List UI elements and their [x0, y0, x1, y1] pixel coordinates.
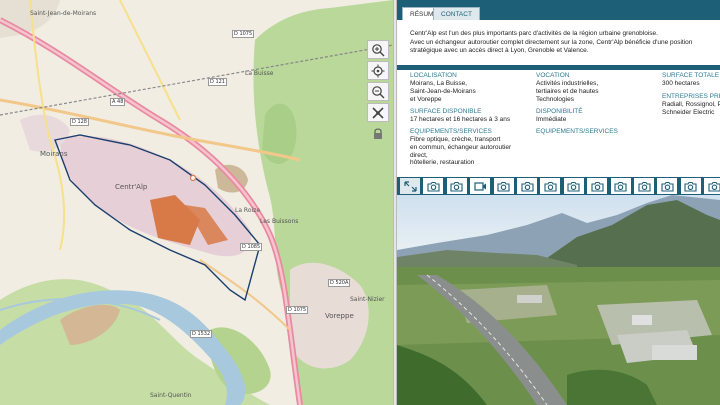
expand-icon: [403, 180, 417, 192]
gallery-photo-thumb[interactable]: [563, 178, 585, 194]
gallery-photo-thumb[interactable]: [446, 178, 468, 194]
gallery-photo-thumb[interactable]: [610, 178, 632, 194]
label-centr-alp: Centr'Alp: [115, 183, 148, 191]
fact-disponibilite: DISPONIBILITÉ Immédiate: [536, 108, 583, 124]
fact-label: SURFACE TOTALE: [662, 72, 720, 79]
pegman-icon: [372, 106, 384, 119]
label-la-roize: La Roize: [235, 207, 261, 214]
intro-section: Centr'Alp est l'un des plus importants p…: [397, 20, 720, 65]
lock-button[interactable]: [367, 124, 389, 143]
fact-label: EQUIPEMENTS/SERVICES: [410, 128, 492, 135]
road-d1075: [199, 259, 291, 331]
fact-value: Immédiate: [536, 116, 567, 123]
road-tag-a48: A 48: [110, 98, 126, 106]
camera-icon: [520, 181, 534, 192]
gallery-photo-thumb[interactable]: [680, 178, 702, 194]
camera-icon: [614, 181, 627, 192]
fact-value: Fibre optique, crèche, transport en comm…: [410, 136, 512, 167]
fact-label: VOCATION: [536, 72, 570, 79]
gallery-photo-thumb[interactable]: [587, 178, 609, 194]
fact-value: 17 hectares et 16 hectares à 3 ans: [410, 116, 511, 123]
camera-icon: [544, 181, 557, 192]
road-tag-d520a: D 520A: [328, 279, 351, 287]
tab-bar: RÉSUMÉ CONTACT: [397, 0, 720, 22]
gallery-photo-thumb[interactable]: [634, 178, 655, 194]
fact-equipements-2: EQUIPEMENTS/SERVICES: [536, 128, 618, 136]
camera-icon: [708, 181, 720, 192]
camera-icon: [497, 181, 510, 192]
fact-value: Moirans, La Buisse, Saint-Jean-de-Moiran…: [410, 80, 476, 103]
locate-button[interactable]: [367, 61, 389, 80]
video-icon: [474, 181, 486, 191]
fact-label: DISPONIBILITÉ: [536, 108, 583, 115]
fact-label: ENTREPRISES PRÉSENTES: [662, 93, 720, 100]
gallery-photo-thumb[interactable]: [657, 178, 679, 194]
label-la-buisse: La Buisse: [245, 70, 274, 77]
fact-vocation: VOCATION Activités industrielles, tertia…: [536, 72, 599, 103]
camera-icon: [591, 181, 604, 192]
label-voreppe: Voreppe: [325, 312, 354, 320]
fact-label: LOCALISATION: [410, 72, 457, 79]
tab-contact[interactable]: CONTACT: [433, 7, 480, 20]
zoom-in-icon: [372, 43, 385, 56]
fact-value: Radiall, Rossignol, Po Schneider Electri…: [662, 101, 720, 116]
label-saint-nizier: Saint-Nizier: [350, 296, 385, 303]
zoom-out-icon: [372, 85, 385, 98]
camera-icon: [661, 181, 674, 192]
road-tag-d1085: D 1085: [240, 243, 263, 251]
fact-equipements: EQUIPEMENTS/SERVICES Fibre optique, crèc…: [410, 128, 511, 167]
fact-surface-totale: SURFACE TOTALE 300 hectares: [662, 72, 720, 88]
fact-value: 300 hectares: [662, 80, 700, 87]
road-tag-d128: D 128: [70, 118, 89, 126]
map-view[interactable]: Saint-Jean-de-Moirans Moirans Centr'Alp …: [0, 0, 393, 405]
fact-surface-disponible: SURFACE DISPONIBLE 17 hectares et 16 hec…: [410, 108, 510, 124]
fact-entreprises: ENTREPRISES PRÉSENTES Radiall, Rossignol…: [662, 93, 720, 117]
camera-icon: [450, 181, 463, 192]
gallery-photo-thumb[interactable]: [704, 178, 720, 194]
crosshair-icon: [371, 64, 385, 77]
intro-text: Centr'Alp est l'un des plus importants p…: [410, 30, 693, 54]
fact-label: SURFACE DISPONIBLE: [410, 108, 482, 115]
fact-value: Activités industrielles, tertiaires et d…: [536, 80, 599, 103]
location-marker[interactable]: [189, 174, 197, 182]
gallery-expand-button[interactable]: [400, 178, 421, 194]
gallery-video-thumb[interactable]: [470, 178, 492, 194]
zoom-out-button[interactable]: [367, 82, 389, 101]
gallery-photo-thumb[interactable]: [517, 178, 538, 194]
camera-icon: [637, 181, 651, 192]
lock-icon: [374, 128, 382, 139]
zoom-in-button[interactable]: [367, 40, 389, 59]
aerial-photo-image: [397, 195, 720, 405]
street-view-button[interactable]: [367, 103, 389, 122]
label-les-buissons: Les Buissons: [260, 218, 299, 225]
fact-localisation: LOCALISATION Moirans, La Buisse, Saint-J…: [410, 72, 476, 103]
label-saint-quentin: Saint-Quentin: [150, 392, 192, 399]
road-tag-d121: D 121: [208, 78, 227, 86]
camera-icon: [567, 181, 580, 192]
road-tag-d1075-south: D 1075: [286, 306, 309, 314]
label-saint-jean: Saint-Jean-de-Moirans: [30, 10, 97, 17]
label-moirans: Moirans: [40, 150, 68, 158]
road-tag-d1532: D 1532: [190, 330, 213, 338]
info-panel: RÉSUMÉ CONTACT Centr'Alp est l'un des pl…: [397, 0, 720, 405]
gallery-photo-thumb[interactable]: [423, 178, 445, 194]
gallery-strip: [397, 177, 720, 195]
map-canvas[interactable]: [0, 0, 393, 405]
camera-icon: [427, 181, 440, 192]
gallery-photo-thumb[interactable]: [540, 178, 562, 194]
camera-icon: [684, 181, 697, 192]
fact-label: EQUIPEMENTS/SERVICES: [536, 128, 618, 135]
aerial-photo[interactable]: [397, 195, 720, 405]
gallery-photo-thumb[interactable]: [493, 178, 515, 194]
road-tag-d1075: D 1075: [232, 30, 255, 38]
facts-section: LOCALISATION Moirans, La Buisse, Saint-J…: [397, 70, 720, 178]
